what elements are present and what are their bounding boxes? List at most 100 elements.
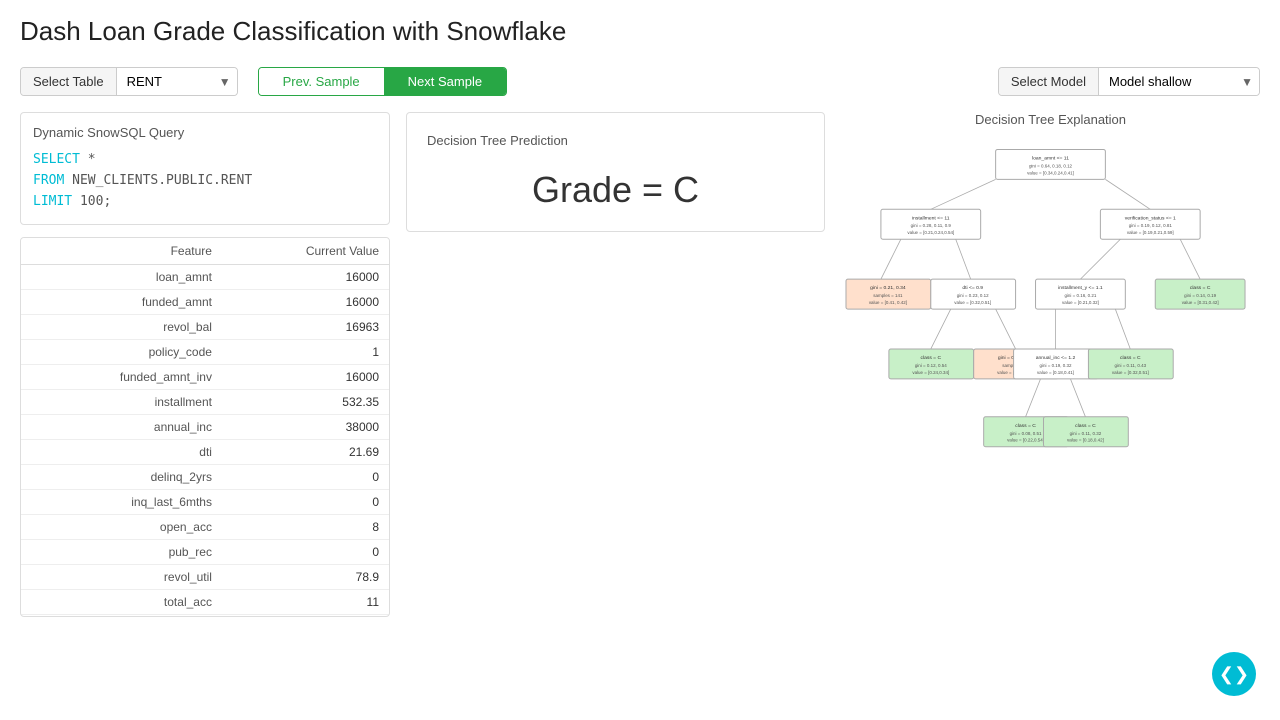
svg-text:value = [0.32,0.51]: value = [0.32,0.51] xyxy=(954,300,991,305)
page-title: Dash Loan Grade Classification with Snow… xyxy=(20,16,1260,47)
main-content: Dynamic SnowSQL Query SELECT * FROM NEW_… xyxy=(20,112,1260,617)
feature-value-cell: 1 xyxy=(222,340,389,365)
table-row: loan_amnt16000 xyxy=(21,265,389,290)
select-model-group: Select Model Model shallow ▼ xyxy=(998,67,1260,96)
table-select[interactable]: RENT xyxy=(117,68,237,95)
feature-value-cell: 11 xyxy=(222,590,389,615)
tree-node-l3-4: class = C gini = 0.14, 0.19 value = [0.3… xyxy=(1155,279,1245,309)
svg-text:class = C: class = C xyxy=(1075,423,1096,429)
feature-name-cell: policy_code xyxy=(21,340,222,365)
query-line3-rest: 100; xyxy=(72,194,111,209)
col-value-header: Current Value xyxy=(222,238,389,265)
svg-text:loan_amnt <= 11: loan_amnt <= 11 xyxy=(1032,155,1069,161)
svg-text:installment <= 11: installment <= 11 xyxy=(912,215,950,221)
svg-text:gini = 0.16, 0.21: gini = 0.16, 0.21 xyxy=(1064,293,1096,298)
tree-node-l2-right: verification_status <= 1 gini = 0.19, 0.… xyxy=(1100,209,1200,239)
feature-value-cell: 38000 xyxy=(222,415,389,440)
select-table-group: Select Table RENT ▼ xyxy=(20,67,238,96)
left-panel: Dynamic SnowSQL Query SELECT * FROM NEW_… xyxy=(20,112,390,617)
tree-node-l3-1: gini = 0.21, 0.34 samples = 141 value = … xyxy=(846,279,931,309)
feature-value-cell: 0 xyxy=(222,490,389,515)
svg-text:gini = 0.19, 0.12, 0.81: gini = 0.19, 0.12, 0.81 xyxy=(1129,223,1173,228)
query-code: SELECT * FROM NEW_CLIENTS.PUBLIC.RENT LI… xyxy=(33,150,377,212)
feature-value-cell: 16963 xyxy=(222,315,389,340)
feature-value-cell: 21.69 xyxy=(222,440,389,465)
nav-prev-icon: ❮ xyxy=(1219,664,1234,685)
next-sample-button[interactable]: Next Sample xyxy=(384,68,506,95)
table-row: funded_amnt16000 xyxy=(21,290,389,315)
query-line-2: FROM NEW_CLIENTS.PUBLIC.RENT xyxy=(33,171,377,192)
svg-text:gini = 0.64, 0.18, 0.12: gini = 0.64, 0.18, 0.12 xyxy=(1029,163,1073,168)
tree-node-l4-1: class = C gini = 0.12, 0.54 value = [0.2… xyxy=(889,349,974,379)
table-row: policy_code1 xyxy=(21,340,389,365)
select-model-label: Select Model xyxy=(999,68,1099,95)
feature-name-cell: revol_util xyxy=(21,565,222,590)
svg-text:class = C: class = C xyxy=(1120,355,1141,361)
feature-value-cell: 8 xyxy=(222,515,389,540)
svg-text:value = [0.21,0.32]: value = [0.21,0.32] xyxy=(1062,300,1099,305)
keyword-from: FROM xyxy=(33,173,64,188)
svg-text:gini = 0.12, 0.54: gini = 0.12, 0.54 xyxy=(915,363,947,368)
nav-next-icon: ❯ xyxy=(1234,664,1249,685)
svg-text:value = [0.19,0.21,0.59]: value = [0.19,0.21,0.59] xyxy=(1127,230,1174,235)
svg-text:dti <= 0.9: dti <= 0.9 xyxy=(962,285,983,291)
feature-value-cell: 16000 xyxy=(222,290,389,315)
feature-value-cell: 0 xyxy=(222,615,389,618)
prev-sample-button[interactable]: Prev. Sample xyxy=(259,68,384,95)
table-row: revol_bal16963 xyxy=(21,315,389,340)
feature-name-cell: annual_inc xyxy=(21,415,222,440)
table-row: total_acc11 xyxy=(21,590,389,615)
feature-value-cell: 532.35 xyxy=(222,390,389,415)
query-line-3: LIMIT 100; xyxy=(33,192,377,213)
svg-text:samples = 141: samples = 141 xyxy=(873,293,903,298)
right-panel: Decision Tree Explanation loan_amnt <= 1… xyxy=(841,112,1260,617)
feature-name-cell: dti xyxy=(21,440,222,465)
table-row: open_acc8 xyxy=(21,515,389,540)
svg-text:value = [0.18,0.42]: value = [0.18,0.42] xyxy=(1067,438,1104,443)
model-select[interactable]: Model shallow xyxy=(1099,68,1259,95)
feature-name-cell: loan_amnt xyxy=(21,265,222,290)
table-row: inq_last_6mths0 xyxy=(21,490,389,515)
svg-text:gini = 0.21, 0.34: gini = 0.21, 0.34 xyxy=(870,285,906,291)
query-title: Dynamic SnowSQL Query xyxy=(33,125,377,140)
svg-text:value = [0.34,0.24,0.41]: value = [0.34,0.24,0.41] xyxy=(1027,170,1074,175)
feature-name-cell: pub_rec xyxy=(21,540,222,565)
svg-text:value = [0.18,0.41]: value = [0.18,0.41] xyxy=(1037,370,1074,375)
svg-text:gini = 0.23, 0.12: gini = 0.23, 0.12 xyxy=(957,293,989,298)
svg-text:value = [0.24,0.34]: value = [0.24,0.34] xyxy=(912,370,949,375)
feature-value-cell: 0 xyxy=(222,540,389,565)
prediction-box: Decision Tree Prediction Grade = C xyxy=(406,112,825,232)
svg-text:value = [0.41, 0.42]: value = [0.41, 0.42] xyxy=(869,300,907,305)
feature-name-cell: out_prncp xyxy=(21,615,222,618)
decision-tree-svg: loan_amnt <= 11 gini = 0.64, 0.18, 0.12 … xyxy=(841,137,1260,537)
table-row: revol_util78.9 xyxy=(21,565,389,590)
tree-node-l2-left: installment <= 11 gini = 0.28, 0.11, 0.9… xyxy=(881,209,981,239)
table-row: annual_inc38000 xyxy=(21,415,389,440)
feature-table-wrapper[interactable]: Feature Current Value loan_amnt16000fund… xyxy=(20,237,390,617)
feature-name-cell: delinq_2yrs xyxy=(21,465,222,490)
svg-text:gini = 0.11, 0.32: gini = 0.11, 0.32 xyxy=(1070,431,1102,436)
table-header-row: Feature Current Value xyxy=(21,238,389,265)
tree-node-root: loan_amnt <= 11 gini = 0.64, 0.18, 0.12 … xyxy=(996,149,1106,179)
keyword-select: SELECT xyxy=(33,152,80,167)
svg-text:installment_y <= 1.1: installment_y <= 1.1 xyxy=(1058,285,1103,291)
feature-table: Feature Current Value loan_amnt16000fund… xyxy=(21,238,389,617)
feature-value-cell: 78.9 xyxy=(222,565,389,590)
svg-text:gini = 0.28, 0.11, 0.9: gini = 0.28, 0.11, 0.9 xyxy=(911,223,952,228)
prediction-title: Decision Tree Prediction xyxy=(427,133,804,148)
svg-text:value = [0.21,0.24,0.54]: value = [0.21,0.24,0.54] xyxy=(907,230,954,235)
tree-container: loan_amnt <= 11 gini = 0.64, 0.18, 0.12 … xyxy=(841,137,1260,537)
feature-name-cell: inq_last_6mths xyxy=(21,490,222,515)
table-row: delinq_2yrs0 xyxy=(21,465,389,490)
middle-panel: Decision Tree Prediction Grade = C xyxy=(406,112,825,617)
tree-node-l5-2: class = C gini = 0.11, 0.32 value = [0.1… xyxy=(1044,417,1129,447)
table-row: out_prncp0 xyxy=(21,615,389,618)
tree-node-l3-3: installment_y <= 1.1 gini = 0.16, 0.21 v… xyxy=(1036,279,1126,309)
feature-name-cell: installment xyxy=(21,390,222,415)
table-row: pub_rec0 xyxy=(21,540,389,565)
tree-node-l4-4: class = C gini = 0.11, 0.43 value = [0.3… xyxy=(1088,349,1173,379)
tree-node-l3-2: dti <= 0.9 gini = 0.23, 0.12 value = [0.… xyxy=(931,279,1016,309)
nav-button[interactable]: ❮ ❯ xyxy=(1212,652,1256,696)
svg-text:class = C: class = C xyxy=(1015,423,1036,429)
feature-value-cell: 16000 xyxy=(222,265,389,290)
